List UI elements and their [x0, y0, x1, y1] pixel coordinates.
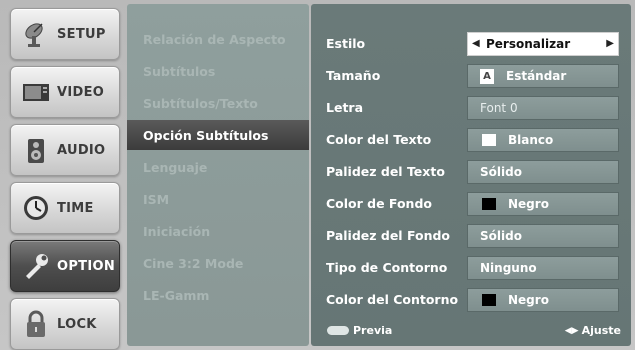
- submenu-label: Lenguaje: [143, 159, 208, 175]
- setting-label: Color de Fondo: [326, 196, 432, 211]
- setting-value: Sólido: [480, 165, 522, 179]
- submenu-label: Iniciación: [143, 223, 211, 239]
- padlock-icon: [19, 307, 53, 341]
- submenu-item-aspect-ratio[interactable]: Relación de Aspecto: [127, 24, 309, 54]
- text-opacity-selector[interactable]: Sólido: [467, 160, 619, 184]
- setting-label: Color del Texto: [326, 132, 432, 147]
- preview-hint: Previa: [327, 324, 392, 337]
- nav-item-lock[interactable]: LOCK: [10, 298, 120, 350]
- setting-value: Blanco: [508, 133, 554, 147]
- setting-row-background-color: Color de Fondo Negro: [311, 192, 631, 218]
- setting-value: Negro: [508, 197, 549, 211]
- satellite-dish-icon: [19, 17, 53, 51]
- setting-row-size: Tamaño A Estándar: [311, 64, 631, 90]
- font-selector[interactable]: Font 0: [467, 96, 619, 120]
- setting-label: Tamaño: [326, 68, 381, 83]
- preview-label: Previa: [353, 324, 393, 337]
- color-swatch-icon: [482, 134, 496, 146]
- setting-value: Sólido: [480, 229, 522, 243]
- setting-row-style: Estilo ◀ Personalizar ▶: [311, 32, 631, 58]
- main-menu-nav: SETUP VIDEO AUDIO TIME OPTION LOCK: [6, 4, 124, 350]
- submenu-label: Relación de Aspecto: [143, 31, 286, 47]
- tv-screen-icon: [19, 75, 53, 109]
- edge-type-selector[interactable]: Ninguno: [467, 256, 619, 280]
- submenu-label: Subtítulos: [143, 63, 216, 79]
- nav-item-option[interactable]: OPTION: [10, 240, 120, 292]
- submenu-label: Subtítulos/Texto: [143, 95, 258, 111]
- setting-label: Palidez del Fondo: [326, 228, 450, 243]
- left-right-arrows-icon: ◀▶: [564, 325, 579, 336]
- arrow-left-icon[interactable]: ◀: [472, 38, 480, 49]
- nav-label: AUDIO: [57, 142, 106, 158]
- nav-label: LOCK: [57, 316, 97, 332]
- submenu-label: Cine 3:2 Mode: [143, 255, 244, 271]
- submenu-item-caption-options[interactable]: Opción Subtítulos: [127, 120, 309, 150]
- nav-item-video[interactable]: VIDEO: [10, 66, 120, 118]
- text-color-selector[interactable]: Blanco: [467, 128, 619, 152]
- adjust-label: Ajuste: [581, 324, 621, 337]
- setting-label: Color del Contorno: [326, 292, 459, 307]
- style-selector[interactable]: ◀ Personalizar ▶: [467, 32, 619, 56]
- size-selector[interactable]: A Estándar: [467, 64, 619, 88]
- submenu-item-ism[interactable]: ISM: [127, 184, 309, 214]
- setting-label: Estilo: [326, 36, 366, 51]
- nav-item-setup[interactable]: SETUP: [10, 8, 120, 60]
- setting-label: Tipo de Contorno: [326, 260, 448, 275]
- setting-label: Palidez del Texto: [326, 164, 445, 179]
- setting-value: Negro: [508, 293, 549, 307]
- font-size-icon: A: [480, 68, 494, 84]
- setting-value: Ninguno: [480, 261, 537, 275]
- panel-footer: Previa ◀▶ Ajuste: [311, 322, 631, 340]
- submenu-item-le-gamm[interactable]: LE-Gamm: [127, 280, 309, 310]
- submenu-label: LE-Gamm: [143, 287, 210, 303]
- speaker-icon: [19, 133, 53, 167]
- color-swatch-icon: [482, 198, 496, 210]
- submenu-item-captions[interactable]: Subtítulos: [127, 56, 309, 86]
- tv-menu-frame: SETUP VIDEO AUDIO TIME OPTION LOCK Relac…: [0, 0, 635, 350]
- nav-label: SETUP: [57, 26, 106, 42]
- background-color-selector[interactable]: Negro: [467, 192, 619, 216]
- submenu-item-language[interactable]: Lenguaje: [127, 152, 309, 182]
- nav-item-audio[interactable]: AUDIO: [10, 124, 120, 176]
- setting-row-text-color: Color del Texto Blanco: [311, 128, 631, 154]
- nav-label: OPTION: [57, 258, 116, 274]
- nav-label: VIDEO: [57, 84, 105, 100]
- option-submenu: Relación de Aspecto Subtítulos Subtítulo…: [127, 4, 309, 346]
- caption-options-panel: Estilo ◀ Personalizar ▶ Tamaño A Estánda…: [311, 4, 631, 346]
- nav-label: TIME: [57, 200, 94, 216]
- submenu-item-reset[interactable]: Iniciación: [127, 216, 309, 246]
- setting-row-font: Letra Font 0: [311, 96, 631, 122]
- color-swatch-icon: [482, 294, 496, 306]
- clock-icon: [19, 191, 53, 225]
- submenu-label: Opción Subtítulos: [143, 127, 269, 143]
- setting-value: Font 0: [480, 101, 518, 115]
- setting-value: Personalizar: [486, 37, 571, 51]
- arrow-right-icon[interactable]: ▶: [606, 38, 614, 49]
- edge-color-selector[interactable]: Negro: [467, 288, 619, 312]
- submenu-item-captions-text[interactable]: Subtítulos/Texto: [127, 88, 309, 118]
- submenu-item-cinema-mode[interactable]: Cine 3:2 Mode: [127, 248, 309, 278]
- nav-item-time[interactable]: TIME: [10, 182, 120, 234]
- setting-row-text-opacity: Palidez del Texto Sólido: [311, 160, 631, 186]
- remote-key-icon: [327, 326, 349, 335]
- setting-label: Letra: [326, 100, 364, 115]
- setting-row-edge-type: Tipo de Contorno Ninguno: [311, 256, 631, 282]
- setting-value: Estándar: [506, 69, 567, 83]
- submenu-label: ISM: [143, 191, 170, 207]
- adjust-hint: ◀▶ Ajuste: [565, 324, 621, 337]
- setting-row-edge-color: Color del Contorno Negro: [311, 288, 631, 314]
- background-opacity-selector[interactable]: Sólido: [467, 224, 619, 248]
- wrench-icon: [19, 249, 53, 283]
- setting-row-background-opacity: Palidez del Fondo Sólido: [311, 224, 631, 250]
